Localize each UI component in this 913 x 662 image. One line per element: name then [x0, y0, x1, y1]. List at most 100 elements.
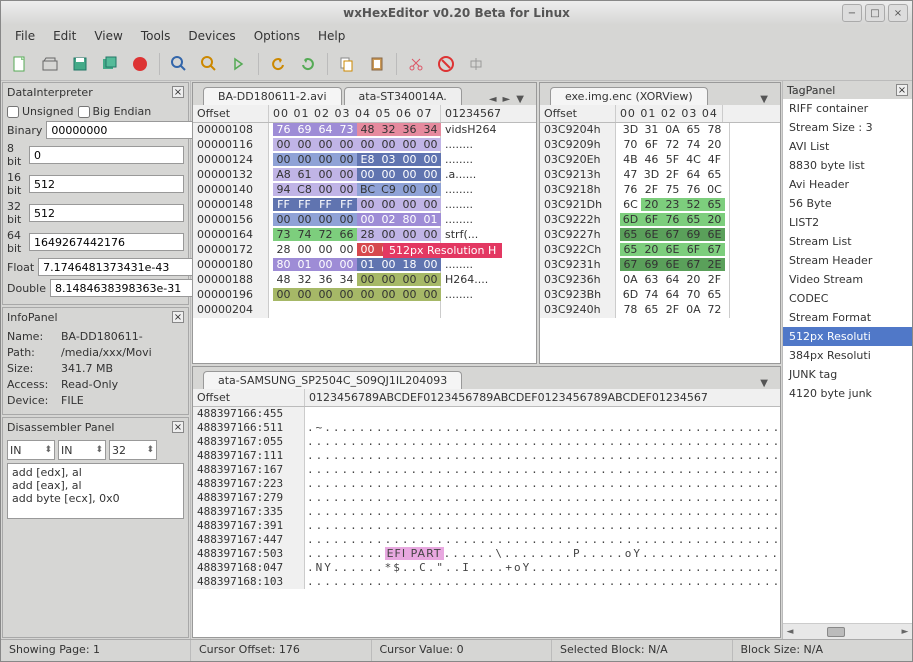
info-panel-title: InfoPanel: [7, 311, 58, 324]
8bit-label: 8 bit: [7, 142, 25, 168]
panel-close-icon[interactable]: ×: [172, 421, 184, 433]
scroll-left-icon[interactable]: ◄: [783, 627, 797, 637]
toolbar: [1, 47, 912, 81]
panel-close-icon[interactable]: ×: [172, 311, 184, 323]
delete-icon[interactable]: [433, 51, 459, 77]
float-label: Float: [7, 261, 34, 274]
menu-devices[interactable]: Devices: [180, 27, 243, 45]
tab-dropdown-icon[interactable]: ▼: [758, 94, 770, 105]
double-input[interactable]: [50, 279, 205, 297]
new-file-icon[interactable]: [7, 51, 33, 77]
menu-help[interactable]: Help: [310, 27, 353, 45]
menu-view[interactable]: View: [86, 27, 130, 45]
double-label: Double: [7, 282, 46, 295]
float-input[interactable]: [38, 258, 193, 276]
device-label: Device:: [7, 394, 53, 407]
titlebar[interactable]: wxHexEditor v0.20 Beta for Linux − □ ×: [1, 1, 912, 25]
tag-item[interactable]: AVI List: [783, 137, 912, 156]
tab-left-icon[interactable]: ◄: [487, 94, 499, 105]
save-icon[interactable]: [67, 51, 93, 77]
bytes-header: 00 01 02 03 04: [616, 105, 723, 122]
32bit-label: 32 bit: [7, 200, 25, 226]
undo-icon[interactable]: [265, 51, 291, 77]
64bit-label: 64 bit: [7, 229, 25, 255]
panel-close-icon[interactable]: ×: [896, 84, 908, 96]
tab-samsung[interactable]: ata-SAMSUNG_SP2504C_S09QJ1IL204093: [203, 371, 462, 389]
tag-item[interactable]: 8830 byte list: [783, 156, 912, 175]
menu-edit[interactable]: Edit: [45, 27, 84, 45]
stop-icon[interactable]: [127, 51, 153, 77]
minimize-button[interactable]: −: [842, 4, 862, 22]
search-replace-icon[interactable]: [196, 51, 222, 77]
tag-panel-title: TagPanel: [787, 84, 835, 97]
tab-dropdown-icon[interactable]: ▼: [514, 94, 526, 105]
8bit-input[interactable]: [29, 146, 184, 164]
offset-header: Offset: [193, 105, 269, 122]
tag-item[interactable]: RIFF container: [783, 99, 912, 118]
name-label: Name:: [7, 330, 53, 343]
tag-item[interactable]: Video Stream: [783, 270, 912, 289]
tab-ata-device[interactable]: ata-ST340014A.: [344, 87, 462, 105]
unsigned-checkbox[interactable]: Unsigned: [7, 105, 74, 118]
save-all-icon[interactable]: [97, 51, 123, 77]
tag-list[interactable]: RIFF containerStream Size : 3AVI List883…: [783, 99, 912, 623]
open-file-icon[interactable]: [37, 51, 63, 77]
paste-icon[interactable]: [364, 51, 390, 77]
disasm-select-3[interactable]: 32: [109, 440, 157, 460]
tag-item[interactable]: Stream Header: [783, 251, 912, 270]
tag-item[interactable]: Stream Size : 3: [783, 118, 912, 137]
hex-grid[interactable]: 488397166:455488397166:511.~............…: [193, 407, 780, 637]
tag-item[interactable]: JUNK tag: [783, 365, 912, 384]
tag-scrollbar[interactable]: ◄ ►: [783, 623, 912, 639]
16bit-label: 16 bit: [7, 171, 25, 197]
search-icon[interactable]: [166, 51, 192, 77]
panel-close-icon[interactable]: ×: [172, 86, 184, 98]
tag-item[interactable]: CODEC: [783, 289, 912, 308]
maximize-button[interactable]: □: [865, 4, 885, 22]
menu-file[interactable]: File: [7, 27, 43, 45]
status-bar: Showing Page: 1 Cursor Offset: 176 Curso…: [1, 639, 912, 661]
tag-item[interactable]: Avi Header: [783, 175, 912, 194]
cut-icon[interactable]: [403, 51, 429, 77]
big-endian-checkbox[interactable]: Big Endian: [78, 105, 152, 118]
offset-header: Offset: [540, 105, 616, 122]
goto-icon[interactable]: [226, 51, 252, 77]
menubar: File Edit View Tools Devices Options Hel…: [1, 25, 912, 47]
tag-item[interactable]: Stream Format: [783, 308, 912, 327]
device-value: FILE: [61, 394, 84, 407]
hex-editor-bottom: ata-SAMSUNG_SP2504C_S09QJ1IL204093 ▼ Off…: [192, 366, 781, 638]
disasm-select-2[interactable]: IN: [58, 440, 106, 460]
scroll-thumb[interactable]: [827, 627, 845, 637]
copy-icon[interactable]: [334, 51, 360, 77]
32bit-input[interactable]: [29, 204, 184, 222]
tag-item[interactable]: 4120 byte junk: [783, 384, 912, 403]
64bit-input[interactable]: [29, 233, 184, 251]
tab-avi-file[interactable]: BA-DD180611-2.avi: [203, 87, 342, 105]
access-value: Read-Only: [61, 378, 118, 391]
binary-label: Binary: [7, 124, 42, 137]
hex-grid[interactable]: 512px Resolution H 000001087669647348323…: [193, 123, 536, 363]
window-title: wxHexEditor v0.20 Beta for Linux: [343, 6, 570, 20]
hex-grid[interactable]: 03C9204h3D310A657803C9209h706F72742003C9…: [540, 123, 780, 363]
tab-exe-img[interactable]: exe.img.enc (XORView): [550, 87, 708, 105]
tab-right-icon[interactable]: ►: [501, 94, 513, 105]
disasm-select-1[interactable]: IN: [7, 440, 55, 460]
tag-item[interactable]: 56 Byte: [783, 194, 912, 213]
tag-item[interactable]: 512px Resoluti: [783, 327, 912, 346]
scroll-right-icon[interactable]: ►: [898, 627, 912, 637]
tag-item[interactable]: LIST2: [783, 213, 912, 232]
redo-icon[interactable]: [295, 51, 321, 77]
size-label: Size:: [7, 362, 53, 375]
tag-item[interactable]: Stream List: [783, 232, 912, 251]
status-cursor-value: Cursor Value: 0: [372, 640, 553, 661]
menu-options[interactable]: Options: [246, 27, 308, 45]
menu-tools[interactable]: Tools: [133, 27, 179, 45]
tab-dropdown-icon[interactable]: ▼: [758, 378, 770, 389]
hex-tooltip: 512px Resolution H: [383, 243, 502, 258]
binary-input[interactable]: [46, 121, 201, 139]
close-button[interactable]: ×: [888, 4, 908, 22]
16bit-input[interactable]: [29, 175, 184, 193]
tag-item[interactable]: 384px Resoluti: [783, 346, 912, 365]
path-value: /media/xxx/Movi: [61, 346, 152, 359]
insert-icon[interactable]: [463, 51, 489, 77]
